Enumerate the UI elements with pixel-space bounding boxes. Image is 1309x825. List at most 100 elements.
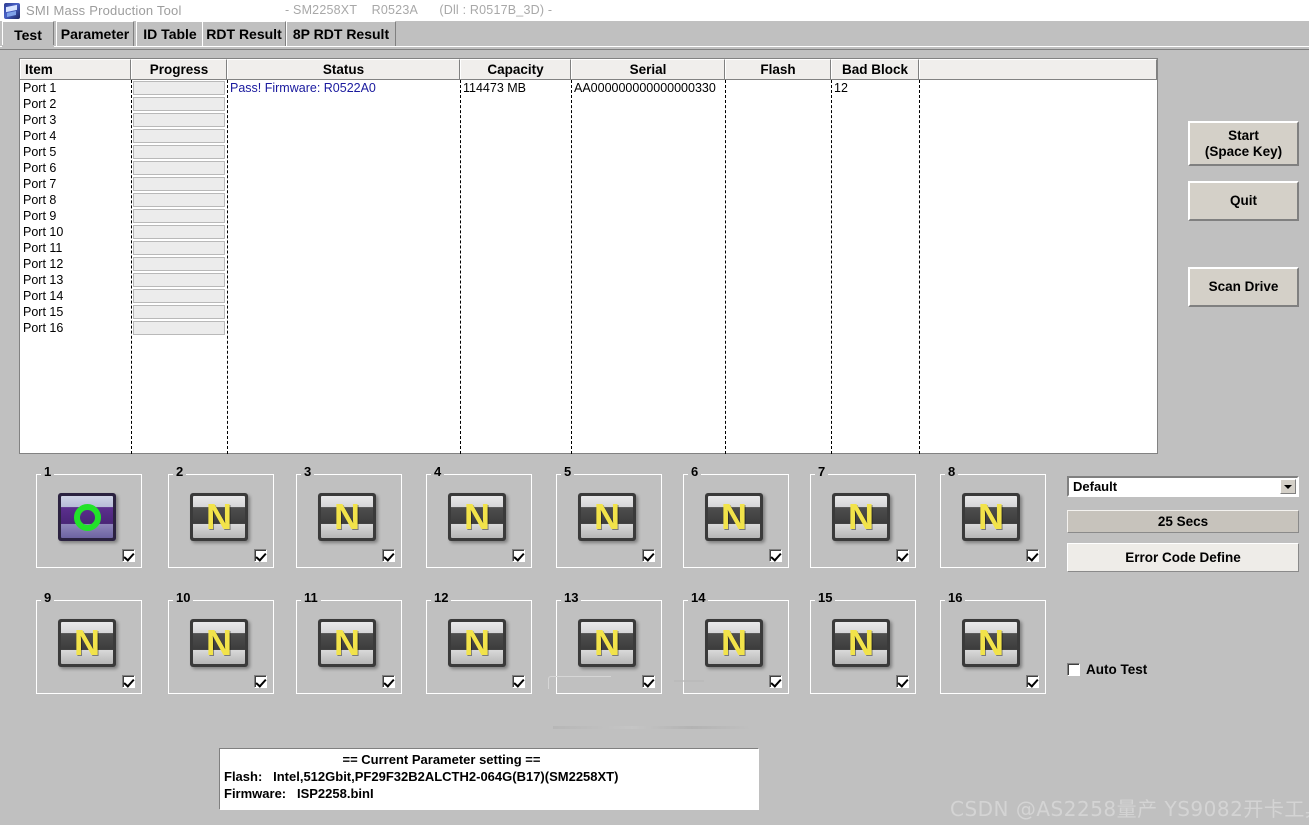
table-row[interactable]: Port 10 (20, 224, 1157, 240)
parameter-firmware: Firmware: ISP2258.binI (224, 786, 374, 801)
slot-state-glyph: N (721, 622, 747, 663)
tab-label: RDT Result (206, 26, 282, 42)
table-row[interactable]: Port 5 (20, 144, 1157, 160)
slot-enable-checkbox[interactable] (512, 675, 525, 688)
device-slot-15[interactable]: 15 N (810, 591, 916, 694)
slot-status-none-icon: N (448, 493, 506, 541)
table-row[interactable]: Port 1 Pass! Firmware: R0522A0 114473 MB AA… (20, 80, 1157, 96)
progress-bar (133, 257, 225, 271)
progress-bar (133, 273, 225, 287)
profile-select[interactable]: Default (1067, 476, 1299, 497)
table-row[interactable]: Port 14 (20, 288, 1157, 304)
slot-number-label: 2 (173, 465, 187, 478)
table-row[interactable]: Port 13 (20, 272, 1157, 288)
scan-drive-button[interactable]: Scan Drive (1188, 267, 1299, 307)
render-artifact-2 (553, 726, 751, 729)
slot-state-glyph: N (848, 496, 874, 537)
slot-status-none-icon: N (578, 493, 636, 541)
slot-enable-checkbox[interactable] (769, 549, 782, 562)
column-header-serial[interactable]: Serial (571, 59, 725, 79)
quit-button[interactable]: Quit (1188, 181, 1299, 221)
column-header-status[interactable]: Status (227, 59, 460, 79)
error-code-define-button[interactable]: Error Code Define (1067, 543, 1299, 572)
table-row[interactable]: Port 4 (20, 128, 1157, 144)
slot-enable-checkbox[interactable] (254, 675, 267, 688)
tab-id-table[interactable]: ID Table (136, 21, 204, 46)
device-slot-3[interactable]: 3N (296, 465, 402, 568)
progress-bar (133, 129, 225, 143)
port-result-table[interactable]: Item Progress Status Capacity Serial Flash Bad… (19, 58, 1158, 454)
slot-state-glyph: N (721, 496, 747, 537)
slot-enable-checkbox[interactable] (122, 549, 135, 562)
slot-status-none-icon: N (705, 619, 763, 667)
slot-state-glyph: N (978, 496, 1004, 537)
column-header-item[interactable]: Item (20, 59, 131, 79)
device-slot-9[interactable]: 9N (36, 591, 142, 694)
tab-8p-rdt-result[interactable]: 8P RDT Result (286, 21, 396, 46)
slot-state-glyph: N (978, 622, 1004, 663)
slot-enable-checkbox[interactable] (896, 549, 909, 562)
slot-enable-checkbox[interactable] (1026, 675, 1039, 688)
device-slot-6[interactable]: 6N (683, 465, 789, 568)
slot-icon-surface: N (193, 496, 245, 538)
tab-test[interactable]: Test (2, 21, 54, 47)
slot-icon-surface: N (321, 622, 373, 664)
device-slot-5[interactable]: 5N (556, 465, 662, 568)
device-slot-7[interactable]: 7N (810, 465, 916, 568)
auto-test-checkbox[interactable]: Auto Test (1067, 662, 1147, 677)
slot-icon-surface: N (835, 622, 887, 664)
slot-enable-checkbox[interactable] (896, 675, 909, 688)
progress-bar (133, 193, 225, 207)
slot-enable-checkbox[interactable] (642, 675, 655, 688)
slot-state-glyph: N (334, 496, 360, 537)
device-slot-11[interactable]: 11 N (296, 591, 402, 694)
table-row[interactable]: Port 2 (20, 96, 1157, 112)
column-header-flash[interactable]: Flash (725, 59, 831, 79)
slot-number-label: 4 (431, 465, 445, 478)
slot-enable-checkbox[interactable] (122, 675, 135, 688)
slot-enable-checkbox[interactable] (642, 549, 655, 562)
table-row[interactable]: Port 11 (20, 240, 1157, 256)
cell-capacity: 114473 MB (463, 81, 527, 95)
slot-enable-checkbox[interactable] (382, 549, 395, 562)
progress-bar (133, 81, 225, 95)
column-header-capacity[interactable]: Capacity (460, 59, 571, 79)
column-header-spacer[interactable] (919, 59, 1157, 79)
port-label: Port 1 (23, 81, 57, 95)
auto-test-checkbox-box[interactable] (1067, 663, 1080, 676)
port-label: Port 12 (23, 257, 64, 271)
device-slot-16[interactable]: 16 N (940, 591, 1046, 694)
slot-enable-checkbox[interactable] (254, 549, 267, 562)
table-row[interactable]: Port 3 (20, 112, 1157, 128)
device-slot-8[interactable]: 8N (940, 465, 1046, 568)
table-row[interactable]: Port 8 (20, 192, 1157, 208)
port-label: Port 10 (23, 225, 64, 239)
table-row[interactable]: Port 9 (20, 208, 1157, 224)
device-slot-10[interactable]: 10 N (168, 591, 274, 694)
column-header-progress[interactable]: Progress (131, 59, 227, 79)
table-row[interactable]: Port 7 (20, 176, 1157, 192)
tab-rdt-result[interactable]: RDT Result (202, 21, 286, 46)
device-slot-4[interactable]: 4N (426, 465, 532, 568)
device-slot-2[interactable]: 2N (168, 465, 274, 568)
table-row[interactable]: Port 16 (20, 320, 1157, 336)
device-slot-1[interactable]: 1 (36, 465, 142, 568)
tab-parameter[interactable]: Parameter (56, 21, 134, 46)
chevron-down-icon[interactable] (1280, 479, 1296, 494)
device-slot-13[interactable]: 13 N (556, 591, 662, 694)
table-row[interactable]: Port 12 (20, 256, 1157, 272)
slot-enable-checkbox[interactable] (769, 675, 782, 688)
slot-status-none-icon: N (448, 619, 506, 667)
slot-icon-surface: N (965, 622, 1017, 664)
start-button[interactable]: Start (Space Key) (1188, 121, 1299, 166)
slot-enable-checkbox[interactable] (382, 675, 395, 688)
device-slot-14[interactable]: 14 N (683, 591, 789, 694)
device-slot-12[interactable]: 12 N (426, 591, 532, 694)
slot-icon-surface: N (451, 622, 503, 664)
slot-icon-surface: N (965, 496, 1017, 538)
table-row[interactable]: Port 15 (20, 304, 1157, 320)
column-header-bad-block[interactable]: Bad Block (831, 59, 919, 79)
table-row[interactable]: Port 6 (20, 160, 1157, 176)
slot-enable-checkbox[interactable] (1026, 549, 1039, 562)
slot-enable-checkbox[interactable] (512, 549, 525, 562)
